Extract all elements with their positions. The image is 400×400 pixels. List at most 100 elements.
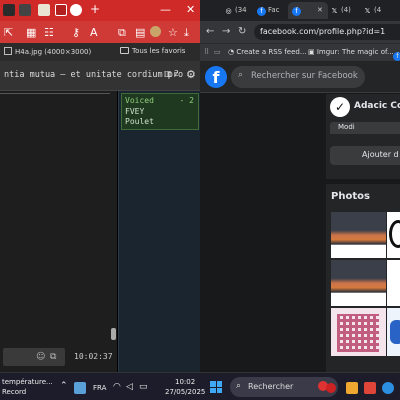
photo-thumbnail[interactable] [331,212,386,258]
voiced-count: - 2 [179,96,194,105]
bookmark-all-favorites[interactable]: Tous les favoris [120,47,185,55]
tab-favicon[interactable] [38,4,50,16]
chevron-up-icon[interactable]: ⌃ [60,381,68,391]
url-field[interactable]: facebook.com/profile.php?id=1 [254,24,400,40]
folder-icon[interactable]: ▭ [214,48,221,56]
folder-icon [120,47,129,54]
divider [0,93,117,94]
x-icon: 𝕏 [364,7,371,15]
close-button[interactable]: ✕ [186,3,195,16]
facebook-icon: f [257,7,266,16]
grid-icon[interactable]: ▦ [26,26,36,39]
app-name[interactable]: Adacic Cov [354,101,400,111]
bookmark-image[interactable]: H4a.jpg (4000×3000) [4,47,91,56]
photo-thumbnail[interactable] [387,212,400,258]
left-bookmarks-bar: H4a.jpg (4000×3000) Tous les favoris [0,43,200,61]
x-icon: 𝕏 [331,7,338,15]
user-item[interactable]: Poulet [125,117,154,126]
minimize-button[interactable]: — [160,3,171,16]
browser-tab[interactable]: ◎ (34 [224,2,246,19]
tab-favicon[interactable] [3,4,15,16]
browser-tab[interactable]: 𝕏 (4) [330,2,351,19]
facebook-icon: f [292,7,301,16]
attach-icon[interactable]: ⧉ [50,352,56,362]
emoji-icon[interactable]: ☺ [36,352,45,362]
bookmark-item[interactable]: ◔ Create a RSS feed... [228,48,307,56]
edge-icon[interactable] [382,382,394,394]
sidebar-icon[interactable]: ▤ [135,26,145,39]
modify-button[interactable]: Modi [330,122,400,134]
file-explorer-icon[interactable] [346,382,358,394]
scrollbar-thumb[interactable] [111,328,116,340]
check-logo-icon: ✓ [330,97,350,117]
tab-favicon[interactable] [70,4,82,16]
gear-icon[interactable]: ⚙ [186,68,196,81]
options-icon[interactable]: ☷ [44,26,54,39]
user-list-panel: Voiced - 2 FVEY Poulet [118,91,200,372]
photo-thumbnail[interactable] [387,308,400,356]
qr-code [337,314,379,352]
forward-icon[interactable]: → [222,26,230,37]
search-placeholder: Rechercher sur Facebook [251,71,358,81]
key-icon[interactable]: ⚷ [72,26,80,39]
windows-start-icon[interactable] [210,381,222,393]
right-browser-window: ◎ (34 f Fac f ✕ 𝕏 (4) 𝕏 (4 ← → ↻ facebook.com… [200,0,400,372]
close-tab-icon[interactable]: ✕ [317,6,323,14]
linked-app-card: ✓ Adacic Cov Modi Ajouter d [326,94,400,179]
photo-thumbnail[interactable] [331,260,386,306]
taskbar-search[interactable]: ⌕ Rechercher [230,377,338,397]
right-address-bar: ← → ↻ facebook.com/profile.php?id=1 [200,21,400,43]
user-item[interactable]: FVEY [125,107,144,116]
tab-favicon[interactable] [55,4,67,16]
ring-shape [389,220,400,248]
share-icon[interactable]: ⇱ [4,26,13,39]
extension-icon[interactable]: ⧉ [118,26,126,40]
browser-tab[interactable]: 𝕏 (4 [363,2,382,19]
app-icon[interactable] [364,382,376,394]
chat-header: ntia mutua — et unitate cordium pro … ▥ … [0,61,200,91]
reload-icon[interactable]: ↻ [238,26,246,37]
left-address-bar: ⇱ ▦ ☷ ⚷ A ⧉ ▤ ☆ ⤓ [0,21,200,43]
user-count: 2 [174,69,179,78]
volume-icon[interactable]: ◁ [126,382,133,392]
add-button[interactable]: Ajouter d [330,146,400,165]
chat-scrollbar[interactable] [110,91,117,343]
tab-favicon[interactable] [19,4,31,16]
browser-tab[interactable]: f Fac [257,2,280,19]
battery-icon[interactable]: ▭ [139,382,148,392]
clock-readout: 10:02:37 [74,352,113,361]
photo-thumbnail[interactable] [387,260,400,306]
translate-icon[interactable]: A [90,26,98,39]
wifi-icon[interactable]: ◠ [113,382,121,392]
search-icon: ⌕ [238,70,244,80]
strawberry-icon [326,383,336,393]
facebook-search[interactable]: ⌕ Rechercher sur Facebook [231,66,365,88]
facebook-header: f ⌕ Rechercher sur Facebook [200,61,400,93]
chat-input-row: ☺ ⧉ 10:02:37 [0,343,117,372]
users-icon: ▥ [164,69,172,78]
clock-time[interactable]: 10:02 [175,378,195,386]
photos-card: Photos [326,184,400,372]
language-indicator[interactable]: FRA [93,384,106,392]
weather-widget[interactable]: température... [2,378,53,386]
voiced-label: Voiced [125,96,154,105]
back-icon[interactable]: ← [206,26,214,37]
search-icon: ⌕ [236,381,242,391]
bookmark-item[interactable]: ▣ Imgur: The magic of... [308,48,394,56]
file-icon [4,47,12,55]
new-tab-button[interactable]: + [90,2,100,16]
figure-shape [390,320,400,344]
apps-icon[interactable]: ⠿ [204,48,209,56]
profile-avatar[interactable] [150,26,161,37]
app-tray-icon[interactable] [74,382,86,394]
favorites-icon[interactable]: ☆ [168,26,178,39]
facebook-logo[interactable]: f [205,66,227,88]
right-bookmarks-bar: ⠿ ▭ ◔ Create a RSS feed... ▣ Imgur: The … [200,43,400,61]
qr-code-thumbnail[interactable] [331,308,386,356]
photos-title[interactable]: Photos [331,191,370,202]
browser-tab-active[interactable]: f ✕ [288,2,328,19]
clock-date[interactable]: 27/05/2025 [165,388,205,396]
voiced-group: Voiced - 2 FVEY Poulet [121,93,199,130]
download-icon[interactable]: ⤓ [184,26,189,40]
weather-subtitle: Record [2,388,27,396]
